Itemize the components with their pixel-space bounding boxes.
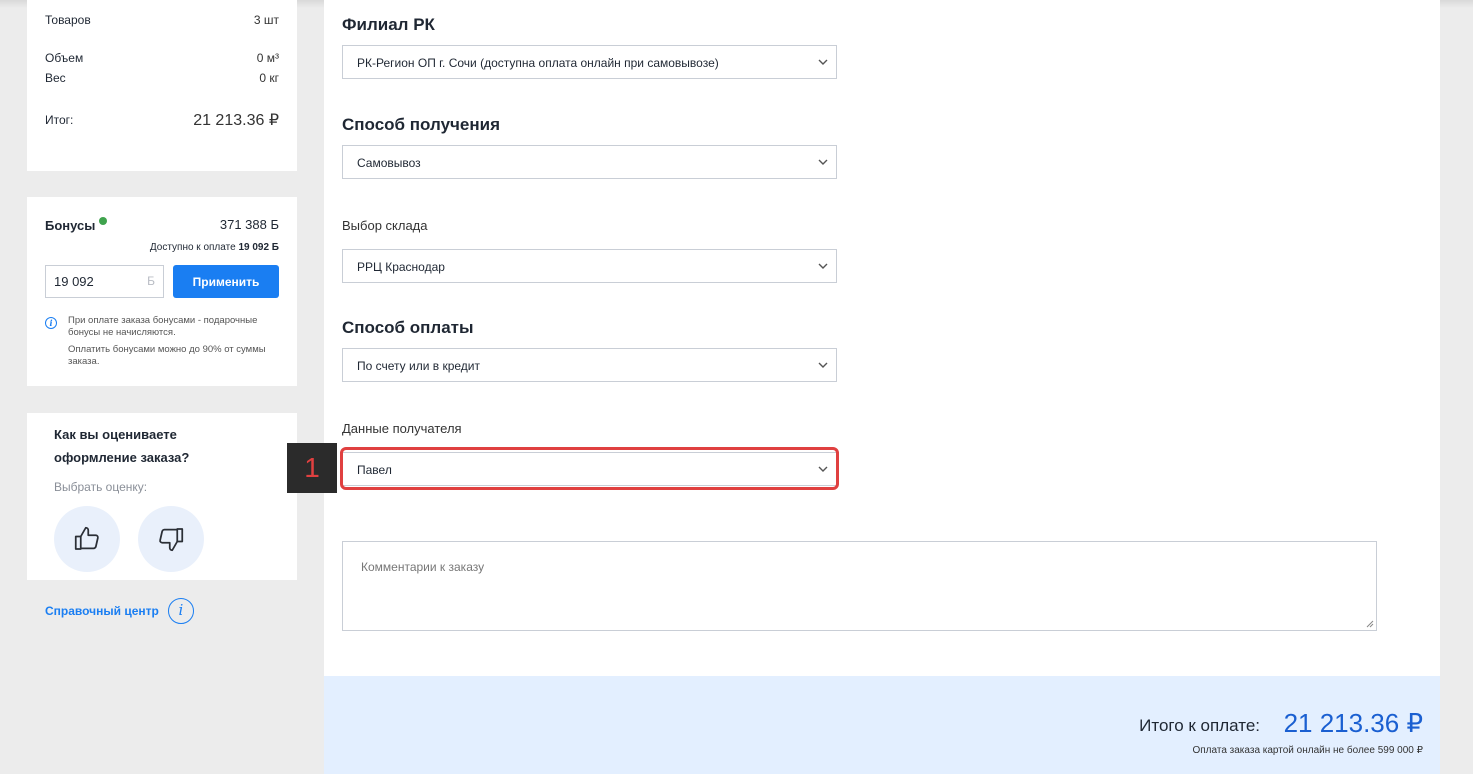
- total-label: Итог:: [45, 113, 74, 127]
- volume-label: Объем: [45, 51, 84, 65]
- volume-row: Объем 0 м³: [45, 51, 279, 65]
- info-icon: i: [45, 317, 57, 329]
- bonus-input-unit: Б: [147, 274, 155, 288]
- help-info-icon: i: [167, 598, 194, 624]
- chevron-down-icon: [818, 59, 828, 65]
- checkout-form: Филиал РК РК-Регион ОП г. Сочи (доступна…: [324, 0, 1440, 676]
- items-row: Товаров 3 шт: [45, 13, 279, 27]
- bonus-note-1: При оплате заказа бонусами - подарочные …: [68, 315, 258, 338]
- branch-select[interactable]: РК-Регион ОП г. Сочи (доступна оплата он…: [342, 45, 837, 79]
- card-payment-limit-note: Оплата заказа картой онлайн не более 599…: [1192, 745, 1423, 756]
- bonus-available: Доступно к оплате 19 092 Б: [150, 242, 279, 253]
- volume-value: 0 м³: [256, 51, 279, 65]
- bonus-coin-icon: [99, 217, 108, 225]
- comment-placeholder: Комментарии к заказу: [361, 560, 485, 574]
- like-button[interactable]: [54, 506, 120, 572]
- rating-subtitle: Выбрать оценку:: [54, 480, 148, 494]
- total-to-pay-value: 21 213.36 ₽: [1283, 708, 1423, 738]
- bonus-available-prefix: Доступно к оплате: [149, 242, 236, 253]
- apply-bonus-button[interactable]: Применить: [173, 265, 279, 298]
- chevron-down-icon: [818, 159, 828, 165]
- annotation-marker: 1: [287, 443, 337, 493]
- total-footer: Итого к оплате: 21 213.36 ₽ Оплата заказ…: [324, 676, 1440, 774]
- dislike-button[interactable]: [138, 506, 204, 572]
- order-summary-card: Товаров 3 шт Объем 0 м³ Вес 0 кг Итог: 2…: [27, 0, 297, 171]
- rating-card: Как вы оцениваете оформление заказа? Выб…: [27, 413, 297, 580]
- order-comment-textarea[interactable]: Комментарии к заказу: [342, 541, 1377, 631]
- resize-grip-icon[interactable]: [1366, 620, 1374, 628]
- payment-heading: Способ оплаты: [342, 318, 474, 337]
- branch-value: РК-Регион ОП г. Сочи (доступна оплата он…: [357, 56, 719, 70]
- bonus-input-value: 19 092: [54, 274, 94, 289]
- weight-row: Вес 0 кг: [45, 71, 279, 85]
- payment-value: По счету или в кредит: [357, 359, 480, 373]
- thumbs-up-icon: [74, 526, 99, 550]
- bonus-note-2: Оплатить бонусами можно до 90% от суммы …: [68, 344, 266, 367]
- payment-select[interactable]: По счету или в кредит: [342, 348, 837, 382]
- help-center-label: Справочный центр: [45, 604, 159, 618]
- bonus-input[interactable]: 19 092 Б: [45, 265, 164, 298]
- chevron-down-icon: [818, 263, 828, 269]
- bonus-card: Бонусы 371 388 Б Доступно к оплате 19 09…: [27, 197, 297, 386]
- items-label: Товаров: [45, 13, 91, 27]
- thumbs-down-icon: [159, 528, 184, 552]
- weight-value: 0 кг: [259, 71, 279, 85]
- branch-heading: Филиал РК: [342, 15, 435, 34]
- recipient-label: Данные получателя: [342, 421, 462, 436]
- annotation-highlight-box: [340, 447, 839, 490]
- total-to-pay-label: Итого к оплате:: [1139, 716, 1260, 735]
- weight-label: Вес: [45, 71, 66, 85]
- delivery-value: Самовывоз: [357, 156, 421, 170]
- delivery-heading: Способ получения: [342, 115, 500, 134]
- rating-question: Как вы оцениваете оформление заказа?: [54, 427, 190, 465]
- help-center-link[interactable]: Справочный центр i: [45, 598, 194, 624]
- bonus-title-text: Бонусы: [45, 218, 96, 233]
- total-value: 21 213.36 ₽: [193, 112, 279, 129]
- bonus-balance: 371 388 Б: [219, 217, 279, 232]
- bonus-title: Бонусы: [45, 217, 108, 233]
- total-row: Итог: 21 213.36 ₽: [45, 110, 279, 130]
- chevron-down-icon: [818, 362, 828, 368]
- warehouse-select[interactable]: РРЦ Краснодар: [342, 249, 837, 283]
- bonus-available-value: 19 092 Б: [238, 242, 279, 253]
- items-value: 3 шт: [253, 13, 279, 27]
- delivery-select[interactable]: Самовывоз: [342, 145, 837, 179]
- warehouse-label: Выбор склада: [342, 218, 428, 233]
- warehouse-value: РРЦ Краснодар: [357, 260, 445, 274]
